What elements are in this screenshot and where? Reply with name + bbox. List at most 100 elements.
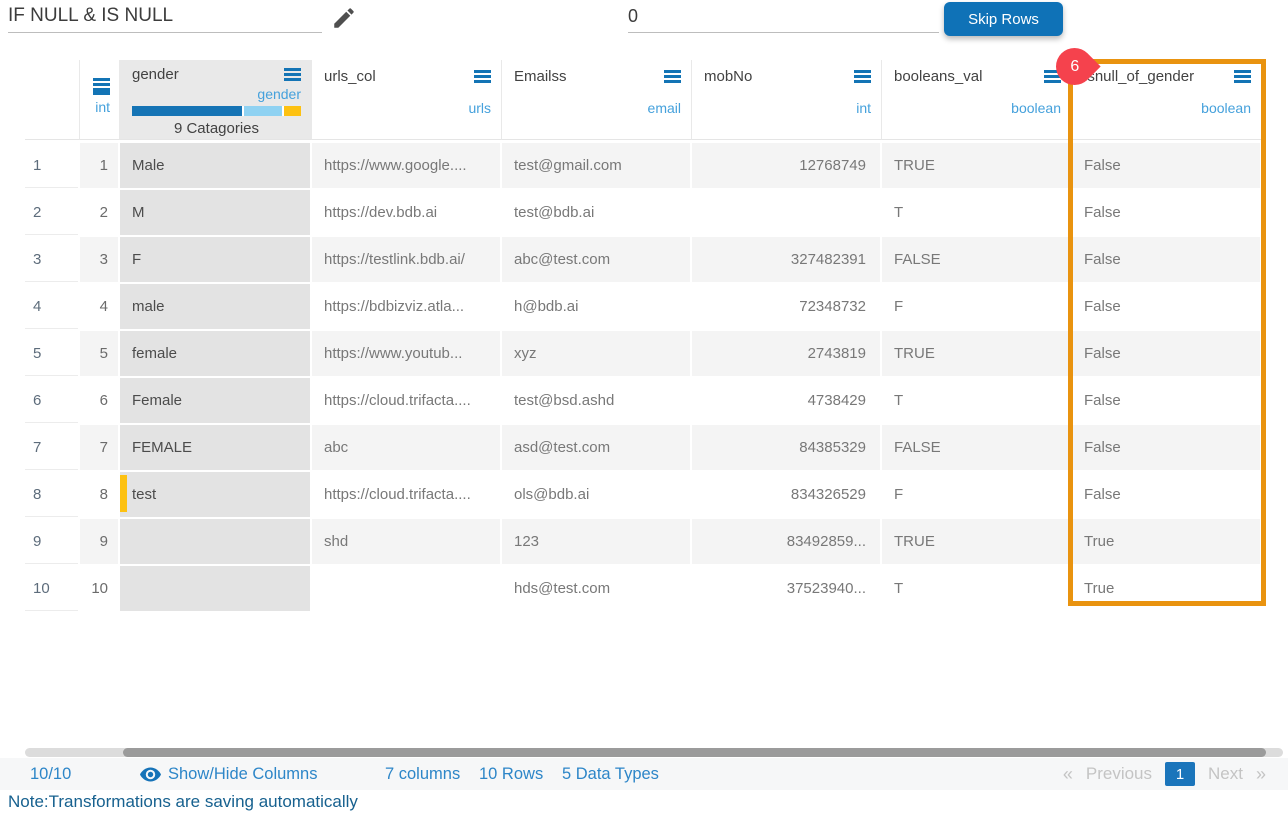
horizontal-scrollbar-track[interactable] xyxy=(25,748,1283,757)
next-page-button[interactable]: Next xyxy=(1208,764,1243,784)
column-menu-icon[interactable] xyxy=(664,70,681,83)
header-mobno[interactable]: mobNo int xyxy=(692,60,882,140)
cell-isnull_of_gender-row7[interactable]: False xyxy=(1072,425,1262,472)
cell-booleans_val-row5[interactable]: TRUE xyxy=(882,331,1072,378)
column-menu-icon[interactable] xyxy=(93,78,110,95)
skip-rows-button[interactable]: Skip Rows xyxy=(944,2,1063,36)
cell-gender-row1[interactable]: Male xyxy=(120,143,312,190)
cell-isnull_of_gender-row10[interactable]: True xyxy=(1072,566,1262,613)
cell-rownum-row5[interactable]: 5 xyxy=(25,331,80,378)
cell-emailss-row10[interactable]: hds@test.com xyxy=(502,566,692,613)
cell-emailss-row1[interactable]: test@gmail.com xyxy=(502,143,692,190)
cell-int_col-row7[interactable]: 7 xyxy=(80,425,120,472)
cell-isnull_of_gender-row9[interactable]: True xyxy=(1072,519,1262,566)
header-urls-col[interactable]: urls_col urls xyxy=(312,60,502,140)
cell-rownum-row10[interactable]: 10 xyxy=(25,566,80,613)
cell-booleans_val-row4[interactable]: F xyxy=(882,284,1072,331)
cell-int_col-row3[interactable]: 3 xyxy=(80,237,120,284)
cell-gender-row6[interactable]: Female xyxy=(120,378,312,425)
cell-emailss-row5[interactable]: xyz xyxy=(502,331,692,378)
cell-mobNo-row9[interactable]: 83492859... xyxy=(692,519,882,566)
current-page-button[interactable]: 1 xyxy=(1165,762,1195,786)
cell-int_col-row6[interactable]: 6 xyxy=(80,378,120,425)
cell-mobNo-row6[interactable]: 4738429 xyxy=(692,378,882,425)
cell-isnull_of_gender-row4[interactable]: False xyxy=(1072,284,1262,331)
cell-urls_col-row7[interactable]: abc xyxy=(312,425,502,472)
cell-emailss-row6[interactable]: test@bsd.ashd xyxy=(502,378,692,425)
cell-mobNo-row10[interactable]: 37523940... xyxy=(692,566,882,613)
cell-rownum-row7[interactable]: 7 xyxy=(25,425,80,472)
column-menu-icon[interactable] xyxy=(284,68,301,81)
cell-urls_col-row10[interactable] xyxy=(312,566,502,613)
cell-isnull_of_gender-row5[interactable]: False xyxy=(1072,331,1262,378)
cell-urls_col-row1[interactable]: https://www.google.... xyxy=(312,143,502,190)
cell-gender-row7[interactable]: FEMALE xyxy=(120,425,312,472)
cell-isnull_of_gender-row2[interactable]: False xyxy=(1072,190,1262,237)
cell-int_col-row8[interactable]: 8 xyxy=(80,472,120,519)
cell-isnull_of_gender-row6[interactable]: False xyxy=(1072,378,1262,425)
column-menu-icon[interactable] xyxy=(474,70,491,83)
cell-int_col-row10[interactable]: 10 xyxy=(80,566,120,613)
cell-mobNo-row5[interactable]: 2743819 xyxy=(692,331,882,378)
cell-mobNo-row3[interactable]: 327482391 xyxy=(692,237,882,284)
cell-int_col-row4[interactable]: 4 xyxy=(80,284,120,331)
skip-rows-input[interactable]: 0 xyxy=(628,0,939,33)
cell-emailss-row3[interactable]: abc@test.com xyxy=(502,237,692,284)
cell-gender-row4[interactable]: male xyxy=(120,284,312,331)
header-isnull-of-gender[interactable]: isnull_of_gender boolean xyxy=(1072,60,1262,140)
cell-gender-row8[interactable]: test xyxy=(120,472,312,519)
cell-emailss-row7[interactable]: asd@test.com xyxy=(502,425,692,472)
cell-urls_col-row3[interactable]: https://testlink.bdb.ai/ xyxy=(312,237,502,284)
cell-booleans_val-row2[interactable]: T xyxy=(882,190,1072,237)
cell-int_col-row1[interactable]: 1 xyxy=(80,143,120,190)
cell-booleans_val-row7[interactable]: FALSE xyxy=(882,425,1072,472)
column-menu-icon[interactable] xyxy=(854,70,871,83)
cell-booleans_val-row8[interactable]: F xyxy=(882,472,1072,519)
cell-urls_col-row5[interactable]: https://www.youtub... xyxy=(312,331,502,378)
cell-emailss-row4[interactable]: h@bdb.ai xyxy=(502,284,692,331)
cell-rownum-row6[interactable]: 6 xyxy=(25,378,80,425)
edit-pencil-icon[interactable] xyxy=(331,5,357,36)
cell-urls_col-row9[interactable]: shd xyxy=(312,519,502,566)
cell-urls_col-row4[interactable]: https://bdbizviz.atla... xyxy=(312,284,502,331)
transformation-name-input[interactable]: IF NULL & IS NULL xyxy=(8,0,322,33)
cell-booleans_val-row9[interactable]: TRUE xyxy=(882,519,1072,566)
cell-mobNo-row8[interactable]: 834326529 xyxy=(692,472,882,519)
cell-urls_col-row2[interactable]: https://dev.bdb.ai xyxy=(312,190,502,237)
cell-booleans_val-row3[interactable]: FALSE xyxy=(882,237,1072,284)
header-emailss[interactable]: Emailss email xyxy=(502,60,692,140)
cell-gender-row10[interactable] xyxy=(120,566,312,613)
cell-booleans_val-row1[interactable]: TRUE xyxy=(882,143,1072,190)
cell-emailss-row2[interactable]: test@bdb.ai xyxy=(502,190,692,237)
cell-rownum-row9[interactable]: 9 xyxy=(25,519,80,566)
cell-mobNo-row4[interactable]: 72348732 xyxy=(692,284,882,331)
cell-urls_col-row8[interactable]: https://cloud.trifacta.... xyxy=(312,472,502,519)
show-hide-columns-button[interactable]: Show/Hide Columns xyxy=(140,758,317,790)
cell-booleans_val-row6[interactable]: T xyxy=(882,378,1072,425)
horizontal-scrollbar-thumb[interactable] xyxy=(123,748,1266,757)
cell-urls_col-row6[interactable]: https://cloud.trifacta.... xyxy=(312,378,502,425)
cell-int_col-row9[interactable]: 9 xyxy=(80,519,120,566)
cell-booleans_val-row10[interactable]: T xyxy=(882,566,1072,613)
column-menu-icon[interactable] xyxy=(1234,70,1251,83)
cell-rownum-row3[interactable]: 3 xyxy=(25,237,80,284)
cell-mobNo-row1[interactable]: 12768749 xyxy=(692,143,882,190)
cell-gender-row5[interactable]: female xyxy=(120,331,312,378)
cell-rownum-row8[interactable]: 8 xyxy=(25,472,80,519)
previous-page-button[interactable]: Previous xyxy=(1086,764,1152,784)
cell-emailss-row8[interactable]: ols@bdb.ai xyxy=(502,472,692,519)
cell-mobNo-row2[interactable] xyxy=(692,190,882,237)
cell-int_col-row2[interactable]: 2 xyxy=(80,190,120,237)
cell-rownum-row1[interactable]: 1 xyxy=(25,143,80,190)
header-gender[interactable]: gender gender 9 Catagories xyxy=(120,60,312,140)
header-booleans-val[interactable]: booleans_val boolean xyxy=(882,60,1072,140)
cell-rownum-row4[interactable]: 4 xyxy=(25,284,80,331)
last-page-arrow[interactable]: » xyxy=(1256,764,1266,785)
cell-rownum-row2[interactable]: 2 xyxy=(25,190,80,237)
cell-isnull_of_gender-row1[interactable]: False xyxy=(1072,143,1262,190)
cell-isnull_of_gender-row8[interactable]: False xyxy=(1072,472,1262,519)
cell-gender-row2[interactable]: M xyxy=(120,190,312,237)
cell-gender-row9[interactable] xyxy=(120,519,312,566)
cell-emailss-row9[interactable]: 123 xyxy=(502,519,692,566)
first-page-arrow[interactable]: « xyxy=(1063,764,1073,785)
